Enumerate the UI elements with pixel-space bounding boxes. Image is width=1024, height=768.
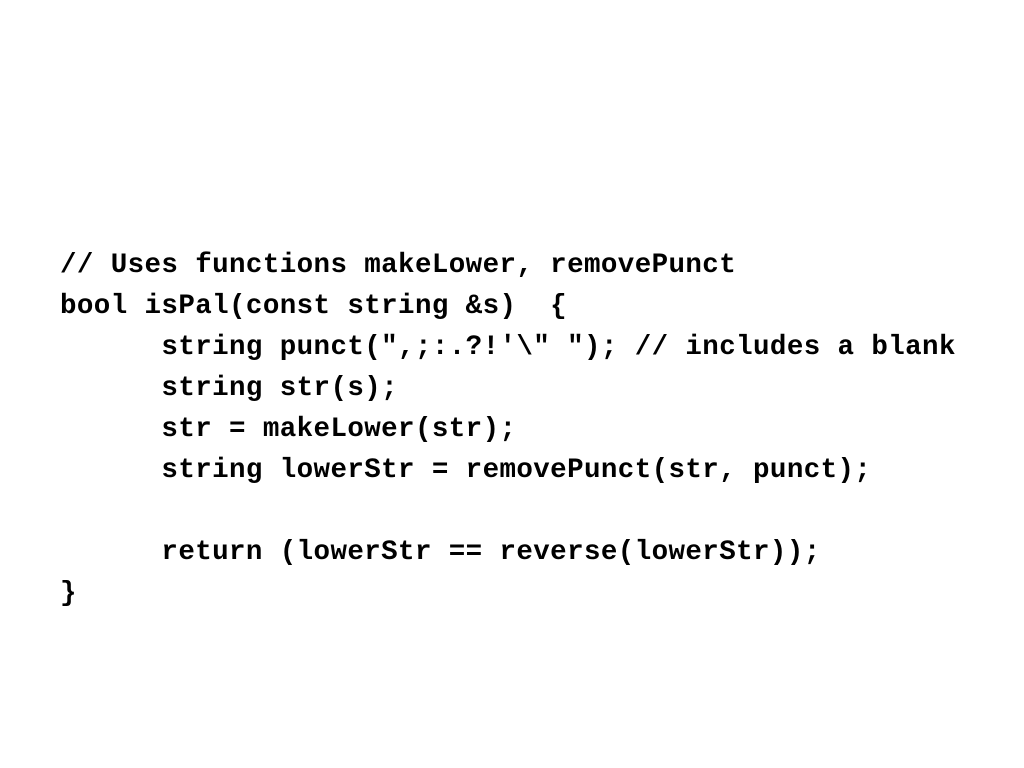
code-line: return (lowerStr == reverse(lowerStr));: [60, 537, 821, 568]
code-line: string punct(",;:.?!'\" "); // includes …: [60, 332, 956, 363]
code-line: string lowerStr = removePunct(str, punct…: [60, 455, 872, 486]
code-line: bool isPal(const string &s) {: [60, 291, 568, 322]
code-line: string str(s);: [60, 373, 399, 404]
code-line: str = makeLower(str);: [60, 414, 517, 445]
code-line: }: [60, 578, 77, 609]
code-line: // Uses functions makeLower, removePunct: [60, 250, 737, 281]
code-listing: // Uses functions makeLower, removePunct…: [60, 245, 980, 614]
slide-canvas: // Uses functions makeLower, removePunct…: [0, 0, 1024, 768]
